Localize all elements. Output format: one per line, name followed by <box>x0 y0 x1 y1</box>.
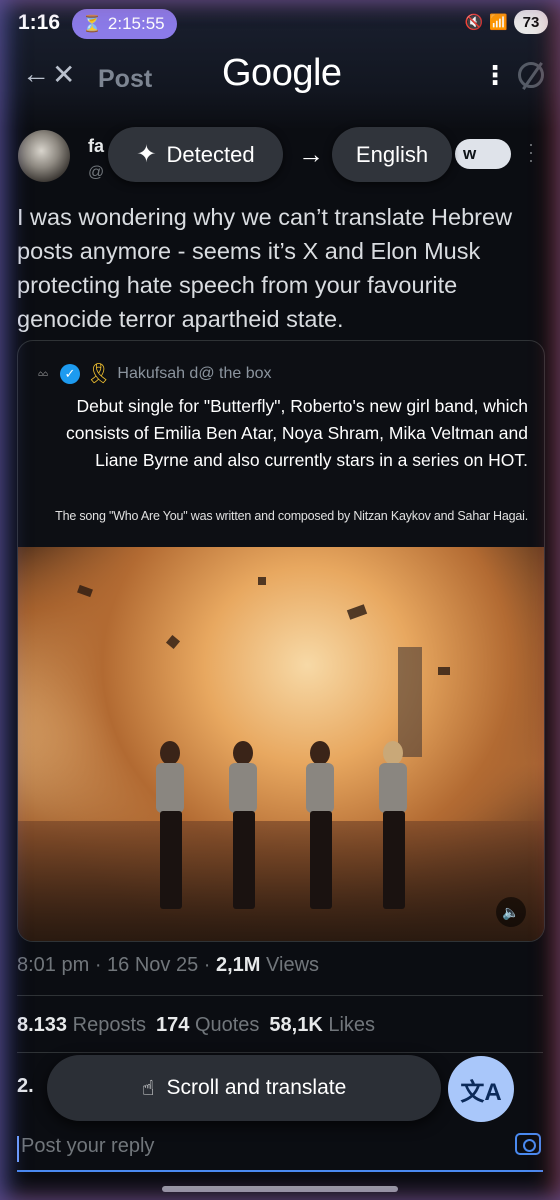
wifi-icon: 📶 <box>489 14 508 31</box>
text-caret <box>17 1136 19 1162</box>
mute-icon[interactable]: 🔈 <box>496 897 526 927</box>
scroll-and-translate-button[interactable]: ☝ Scroll and translate <box>47 1055 441 1121</box>
yellow-ribbon-icon: 🎗 <box>86 363 112 385</box>
quote-body: Debut single for "Butterfly", Roberto's … <box>65 396 528 470</box>
figure <box>300 741 340 911</box>
post-date: 16 Nov 25 <box>107 954 199 976</box>
ground <box>18 821 544 941</box>
debris <box>77 584 93 598</box>
quote-author: Hakufsah d@ the box <box>117 364 272 382</box>
follow-label: w <box>463 144 477 163</box>
target-language-button[interactable]: English <box>332 127 452 182</box>
views-count: 2,1M <box>216 954 261 976</box>
camera-icon[interactable] <box>515 1133 541 1155</box>
target-language-label: English <box>355 141 429 167</box>
reply-input[interactable]: Post your reply <box>21 1135 154 1158</box>
status-icons: 🔇 📶 73 <box>465 10 548 34</box>
post-time: 8:01 pm <box>17 954 90 976</box>
views-label: Views <box>266 954 320 976</box>
debris <box>346 604 368 620</box>
translate-icon[interactable]: 文A <box>448 1056 514 1122</box>
post-more-icon[interactable]: · · · <box>528 135 534 169</box>
back-button[interactable]: ← ✕ <box>22 58 75 91</box>
quotes-count: 174 <box>156 1014 190 1036</box>
divider <box>17 1052 543 1053</box>
home-indicator[interactable] <box>162 1186 398 1192</box>
debris <box>438 667 450 675</box>
app-header: ← ✕ Post Google ⋮ <box>0 48 560 108</box>
likes-count: 58,1K <box>269 1014 323 1036</box>
quote-header: ⌂⌂ ✓ 🎗 Hakufsah d@ the box <box>32 361 272 386</box>
status-bar: 1:16 ⏳ 2:15:55 🔇 📶 73 <box>0 0 560 48</box>
reposts-count: 8.133 <box>17 1014 68 1036</box>
avatar[interactable] <box>18 130 70 182</box>
reposts-label: Reposts <box>72 1014 146 1036</box>
likes-label: Likes <box>328 1014 376 1036</box>
quotes-stat[interactable]: 174 Quotes <box>156 1014 259 1037</box>
sparkle-icon: ✦ <box>136 141 157 168</box>
author-name[interactable]: fa <box>88 136 104 157</box>
arrow-right-icon: → <box>298 139 324 169</box>
timer-pill[interactable]: ⏳ 2:15:55 <box>72 9 177 39</box>
detected-language-button[interactable]: ✦ Detected <box>108 127 283 182</box>
timer-value: 2:15:55 <box>107 14 165 33</box>
verified-badge-icon: ✓ <box>60 363 80 384</box>
post-meta: 8:01 pm · 16 Nov 25 · 2,1M Views <box>17 954 320 976</box>
quote-credit: The song "Who Are You" was written and c… <box>55 509 528 523</box>
likes-stat[interactable]: 58,1K Likes <box>269 1014 375 1037</box>
figure <box>150 741 190 911</box>
reposts-stat[interactable]: 8.133 Reposts <box>17 1014 146 1037</box>
debris <box>165 634 181 650</box>
status-time: 1:16 <box>18 11 61 34</box>
google-logo: Google <box>222 52 342 94</box>
quoted-post[interactable]: ⌂⌂ ✓ 🎗 Hakufsah d@ the box Debut single … <box>17 340 545 942</box>
quotes-label: Quotes <box>194 1014 260 1036</box>
more-options-icon[interactable]: ⋮ <box>482 60 508 91</box>
figure <box>373 741 413 911</box>
post-stats: 8.133 Reposts 174 Quotes 58,1K Likes <box>17 1014 375 1037</box>
partial-stat: 2. <box>17 1075 34 1097</box>
battery-icon: 73 <box>514 10 548 34</box>
author-handle: @ <box>88 164 105 181</box>
video-player[interactable]: 🔈 <box>18 547 544 941</box>
divider <box>17 995 543 996</box>
post-text: I was wondering why we can’t translate H… <box>17 204 513 332</box>
scroll-gesture-icon: ☝ <box>141 1076 155 1100</box>
mute-status-icon: 🔇 <box>464 14 484 31</box>
scroll-translate-label: Scroll and translate <box>166 1076 347 1099</box>
disable-icon[interactable] <box>518 62 544 88</box>
back-arrow-icon: ← <box>22 58 50 89</box>
quote-avatar-logo: ⌂⌂ <box>38 369 48 378</box>
detected-label: Detected <box>166 141 255 167</box>
close-icon: ✕ <box>52 59 76 90</box>
figure <box>223 741 263 911</box>
hourglass-icon: ⏳ <box>82 16 102 33</box>
page-title: Post <box>98 65 153 93</box>
reply-bar: Post your reply <box>17 1130 543 1172</box>
follow-button[interactable]: w <box>455 139 511 169</box>
debris <box>258 577 266 585</box>
